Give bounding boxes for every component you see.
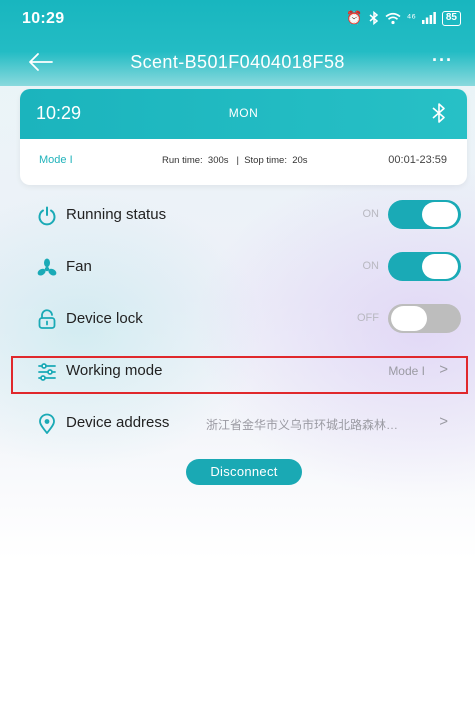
toggle-knob	[391, 306, 427, 331]
more-menu-button[interactable]: ···	[432, 50, 453, 71]
time-range: 00:01-23:59	[388, 154, 447, 166]
status-time: 10:29	[22, 10, 65, 27]
fan-state: ON	[362, 260, 380, 272]
lock-icon	[38, 309, 56, 329]
run-stop-times: Run time: 300s | Stop time: 20s	[162, 155, 308, 166]
network-type: ⁴⁶	[406, 12, 416, 24]
schedule-card[interactable]: 10:29 MON Mode I Run time: 300s | Stop t…	[20, 89, 467, 185]
status-icons: ⏰ ⁴⁶ 85	[346, 10, 461, 26]
bluetooth-status-icon	[369, 11, 378, 25]
running-status-toggle[interactable]	[388, 200, 461, 229]
fan-label: Fan	[66, 258, 92, 275]
row-fan: Fan ON	[0, 244, 475, 290]
toggle-knob	[422, 254, 458, 279]
status-bar: 10:29 ⏰ ⁴⁶ 85	[0, 0, 475, 36]
schedule-card-body: Mode I Run time: 300s | Stop time: 20s 0…	[20, 139, 467, 185]
wifi-icon	[385, 12, 401, 24]
schedule-mode: Mode I	[39, 154, 73, 166]
running-status-state: ON	[362, 208, 380, 220]
chevron-right-icon: >	[439, 413, 448, 430]
app-screen: 10:29 ⏰ ⁴⁶ 85 Scent-B501F0404018F58 ··· …	[0, 0, 475, 711]
fan-icon	[37, 258, 57, 276]
row-device-lock: Device lock OFF	[0, 296, 475, 342]
device-day: MON	[228, 106, 259, 120]
row-device-address[interactable]: Device address 浙江省金华市义乌市环城北路森林… >	[0, 400, 475, 446]
disconnect-button[interactable]: Disconnect	[186, 459, 302, 485]
device-lock-toggle[interactable]	[388, 304, 461, 333]
schedule-card-header: 10:29 MON	[20, 89, 467, 139]
device-address-label: Device address	[66, 414, 170, 431]
row-running-status: Running status ON	[0, 192, 475, 238]
fan-toggle[interactable]	[388, 252, 461, 281]
toggle-knob	[422, 202, 458, 227]
device-address-value: 浙江省金华市义乌市环城北路森林…	[206, 418, 399, 432]
battery-icon: 85	[441, 10, 461, 26]
header: 10:29 ⏰ ⁴⁶ 85 Scent-B501F0404018F58 ···	[0, 0, 475, 86]
running-status-label: Running status	[66, 206, 167, 223]
signal-icon	[421, 12, 436, 24]
alarm-icon: ⏰	[346, 10, 363, 25]
location-pin-icon	[39, 413, 55, 434]
power-icon	[38, 206, 56, 226]
nav-bar: Scent-B501F0404018F58 ···	[0, 44, 475, 80]
device-lock-label: Device lock	[66, 310, 143, 327]
device-title: Scent-B501F0404018F58	[130, 52, 345, 72]
bluetooth-icon	[432, 103, 445, 123]
device-lock-state: OFF	[357, 312, 379, 324]
highlight-box	[11, 356, 468, 394]
